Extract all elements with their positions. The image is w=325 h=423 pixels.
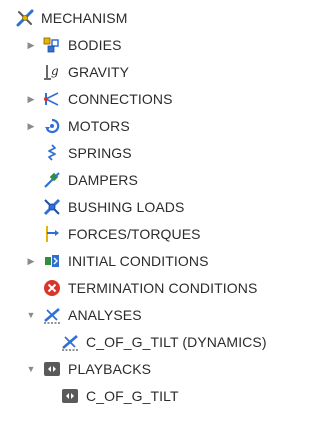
mechanism-tree: MECHANISM ▶ BODIES g GRAVITY ▶ CONNECTIO… <box>0 0 325 423</box>
tree-item-label: FORCES/TORQUES <box>68 226 201 242</box>
tree-item-dampers[interactable]: DAMPERS <box>0 167 325 193</box>
mechanism-icon <box>15 8 35 28</box>
collapse-caret-icon[interactable]: ▼ <box>26 363 36 375</box>
springs-icon <box>42 143 62 163</box>
dampers-icon <box>42 170 62 190</box>
analysis-icon <box>60 332 80 352</box>
expand-caret-icon[interactable]: ▶ <box>26 255 36 267</box>
tree-item-bodies[interactable]: ▶ BODIES <box>0 32 325 58</box>
tree-item-label: PLAYBACKS <box>68 361 152 377</box>
tree-item-label: INITIAL CONDITIONS <box>68 253 209 269</box>
termination-conditions-icon <box>42 278 62 298</box>
tree-item-initial-conditions[interactable]: ▶ INITIAL CONDITIONS <box>0 248 325 274</box>
tree-item-connections[interactable]: ▶ CONNECTIONS <box>0 86 325 112</box>
bushing-loads-icon <box>42 197 62 217</box>
tree-item-label: TERMINATION CONDITIONS <box>68 280 258 296</box>
playback-icon <box>60 386 80 406</box>
tree-root-label: MECHANISM <box>41 10 128 26</box>
gravity-icon: g <box>42 62 62 82</box>
tree-item-motors[interactable]: ▶ MOTORS <box>0 113 325 139</box>
tree-item-label: BUSHING LOADS <box>68 199 185 215</box>
analyses-icon <box>42 305 62 325</box>
connections-icon <box>42 89 62 109</box>
tree-item-label: CONNECTIONS <box>68 91 173 107</box>
tree-item-label: GRAVITY <box>68 64 130 80</box>
tree-item-playback-c-of-g-tilt[interactable]: C_OF_G_TILT <box>0 383 325 409</box>
tree-item-analyses[interactable]: ▼ ANALYSES <box>0 302 325 328</box>
playbacks-icon <box>42 359 62 379</box>
tree-item-label: BODIES <box>68 37 122 53</box>
tree-item-label: SPRINGS <box>68 145 132 161</box>
tree-item-termination-conditions[interactable]: TERMINATION CONDITIONS <box>0 275 325 301</box>
tree-item-label: MOTORS <box>68 118 130 134</box>
tree-item-label: C_OF_G_TILT <box>86 388 179 404</box>
bodies-icon <box>42 35 62 55</box>
tree-item-springs[interactable]: SPRINGS <box>0 140 325 166</box>
tree-item-label: DAMPERS <box>68 172 138 188</box>
motors-icon <box>42 116 62 136</box>
collapse-caret-icon[interactable]: ▼ <box>26 309 36 321</box>
expand-caret-icon[interactable]: ▶ <box>26 93 36 105</box>
tree-root-mechanism[interactable]: MECHANISM <box>0 5 325 31</box>
tree-item-gravity[interactable]: g GRAVITY <box>0 59 325 85</box>
tree-item-label: C_OF_G_TILT (DYNAMICS) <box>86 334 267 350</box>
forces-torques-icon <box>42 224 62 244</box>
tree-item-playbacks[interactable]: ▼ PLAYBACKS <box>0 356 325 382</box>
initial-conditions-icon <box>42 251 62 271</box>
svg-text:g: g <box>51 64 59 78</box>
tree-item-forces-torques[interactable]: FORCES/TORQUES <box>0 221 325 247</box>
tree-item-bushing-loads[interactable]: BUSHING LOADS <box>0 194 325 220</box>
tree-item-label: ANALYSES <box>68 307 142 323</box>
tree-item-analysis-c-of-g-tilt[interactable]: C_OF_G_TILT (DYNAMICS) <box>0 329 325 355</box>
expand-caret-icon[interactable]: ▶ <box>26 39 36 51</box>
expand-caret-icon[interactable]: ▶ <box>26 120 36 132</box>
